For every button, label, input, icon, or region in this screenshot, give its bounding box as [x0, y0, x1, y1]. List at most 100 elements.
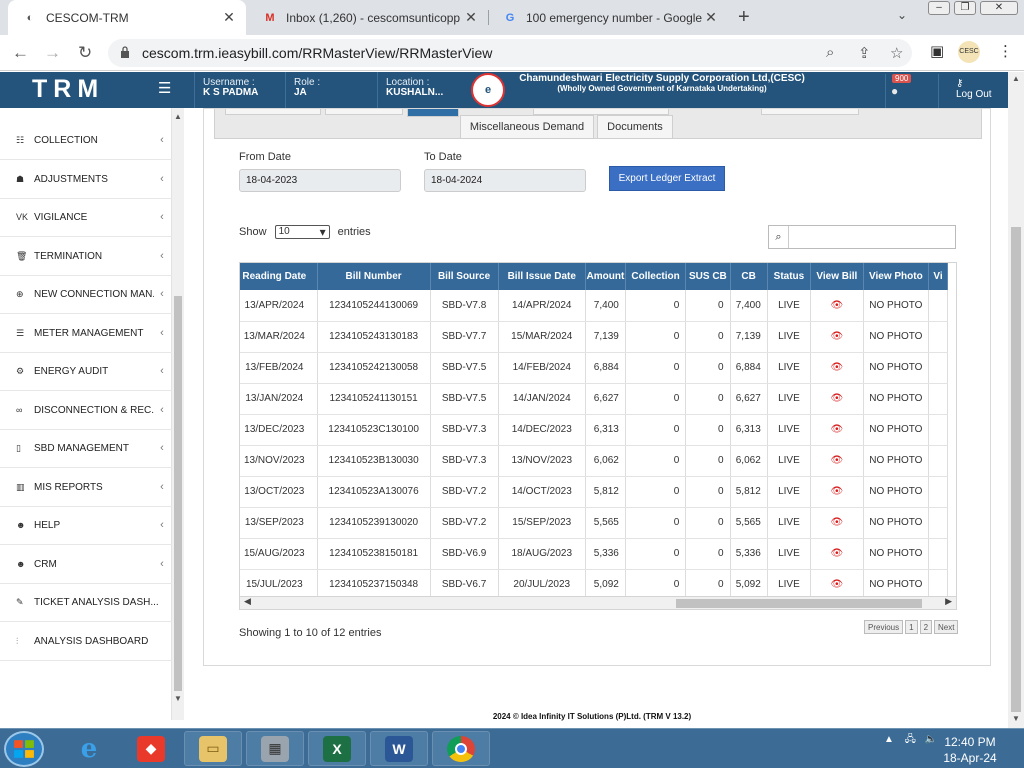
- column-header[interactable]: Amount: [585, 263, 626, 290]
- scroll-up-arrow-icon[interactable]: ▲: [1012, 74, 1020, 83]
- hamburger-menu-icon[interactable]: ☰: [158, 79, 171, 97]
- zoom-icon[interactable]: ⌕: [826, 44, 834, 61]
- from-date-input[interactable]: 18-04-2023: [239, 169, 401, 192]
- page-length-select[interactable]: 10: [274, 225, 330, 239]
- pager-next[interactable]: Next: [934, 620, 959, 634]
- horizontal-scroll-thumb[interactable]: [676, 599, 922, 608]
- address-bar[interactable]: cescom.trm.ieasybill.com/RRMasterView/RR…: [108, 39, 912, 67]
- pager-page-2[interactable]: 2: [919, 620, 933, 634]
- taskbar-word[interactable]: W: [370, 731, 428, 766]
- view-bill-eye-icon[interactable]: 👁: [810, 290, 864, 322]
- view-bill-eye-icon[interactable]: 👁: [810, 538, 864, 570]
- volume-icon[interactable]: 🔈: [925, 734, 937, 745]
- scroll-up-arrow-icon[interactable]: ▲: [174, 112, 182, 121]
- column-header[interactable]: Bill Number: [317, 263, 431, 290]
- column-header[interactable]: Bill Source: [430, 263, 499, 290]
- tab-search-chevron-icon[interactable]: ⌄: [897, 8, 907, 22]
- column-header[interactable]: Collection: [625, 263, 687, 290]
- table-cell: NO PHOTO: [863, 445, 930, 477]
- tab-placeholder[interactable]: [325, 109, 403, 115]
- column-header[interactable]: Status: [767, 263, 812, 290]
- browser-tab-gmail[interactable]: M Inbox (1,260) - cescomsunticopp ✕: [248, 0, 488, 35]
- column-header[interactable]: View Bill: [810, 263, 864, 290]
- tab-miscellaneous-demand[interactable]: Miscellaneous Demand: [460, 115, 594, 139]
- sidebar-item-ticket-analysis[interactable]: ✎ TICKET ANALYSIS DASH...: [0, 583, 172, 622]
- sidebar-item-disconnection[interactable]: ∞ DISCONNECTION & REC... ‹: [0, 391, 172, 430]
- taskbar-file-explorer[interactable]: ▭: [184, 731, 242, 766]
- minimize-button[interactable]: –: [928, 1, 950, 15]
- column-header[interactable]: Vi: [928, 263, 948, 290]
- taskbar-calculator[interactable]: ▦: [246, 731, 304, 766]
- sidebar-item-energy-audit[interactable]: ⚙ ENERGY AUDIT ‹: [0, 352, 172, 391]
- close-tab-icon[interactable]: ✕: [220, 9, 238, 26]
- scroll-right-arrow-icon[interactable]: ▶: [945, 596, 952, 607]
- export-ledger-button[interactable]: Export Ledger Extract: [609, 166, 725, 191]
- close-window-button[interactable]: ✕: [980, 1, 1018, 15]
- table-cell: 6,062: [730, 445, 768, 477]
- new-tab-button[interactable]: +: [738, 6, 750, 29]
- close-tab-icon[interactable]: ✕: [462, 9, 480, 26]
- browser-menu-icon[interactable]: ⋮: [998, 42, 1013, 60]
- page-scrollbar[interactable]: ▲ ▼: [1008, 72, 1024, 728]
- sidebar-item-analysis-dashboard[interactable]: ⫶ ANALYSIS DASHBOARD: [0, 622, 172, 661]
- search-input[interactable]: [791, 227, 953, 247]
- windows-start-button[interactable]: [4, 731, 44, 767]
- view-bill-eye-icon[interactable]: 👁: [810, 352, 864, 384]
- view-bill-eye-icon[interactable]: 👁: [810, 507, 864, 539]
- table-horizontal-scrollbar[interactable]: ◀ ▶: [239, 596, 957, 610]
- column-header[interactable]: Reading Date: [240, 263, 318, 290]
- sidebar-scroll-thumb[interactable]: [174, 296, 182, 691]
- taskbar-clock[interactable]: 12:40 PM 18-Apr-24: [938, 734, 1002, 766]
- sidebar-scrollbar[interactable]: ▲ ▼: [172, 108, 184, 720]
- sidebar-item-new-connection[interactable]: ⊕ NEW CONNECTION MAN... ‹: [0, 275, 172, 314]
- sidebar-item-adjustments[interactable]: ☗ ADJUSTMENTS ‹: [0, 160, 172, 199]
- view-bill-eye-icon[interactable]: 👁: [810, 476, 864, 508]
- tab-active[interactable]: [407, 109, 459, 117]
- sidebar-item-meter-management[interactable]: ☰ METER MANAGEMENT ‹: [0, 314, 172, 353]
- sidebar-item-crm[interactable]: ☻ CRM ‹: [0, 545, 172, 584]
- sidebar-item-termination[interactable]: 🗑 TERMINATION ‹: [0, 237, 172, 276]
- pager-previous[interactable]: Previous: [864, 620, 904, 634]
- sidebar-item-mis-reports[interactable]: ▥ MIS REPORTS ‹: [0, 468, 172, 507]
- column-header[interactable]: CB: [730, 263, 768, 290]
- taskbar-excel[interactable]: X: [308, 731, 366, 766]
- browser-tab-cesc[interactable]: ◐ CESCOM-TRM ✕: [8, 0, 246, 35]
- column-header[interactable]: Bill Issue Date: [498, 263, 586, 290]
- tab-placeholder[interactable]: [225, 109, 321, 115]
- view-bill-eye-icon[interactable]: 👁: [810, 445, 864, 477]
- profile-avatar-icon[interactable]: CESC: [958, 41, 980, 63]
- view-bill-eye-icon[interactable]: 👁: [810, 414, 864, 446]
- column-header[interactable]: View Photo: [863, 263, 930, 290]
- sidebar-item-vigilance[interactable]: VK VIGILANCE ‹: [0, 198, 172, 237]
- taskbar-anydesk[interactable]: ◆: [122, 731, 180, 766]
- side-panel-icon[interactable]: ▣: [930, 42, 944, 60]
- close-tab-icon[interactable]: ✕: [702, 9, 720, 26]
- view-bill-eye-icon[interactable]: 👁: [810, 383, 864, 415]
- scroll-down-arrow-icon[interactable]: ▼: [174, 694, 182, 703]
- reload-icon[interactable]: ↻: [78, 43, 92, 63]
- bookmark-star-icon[interactable]: ☆: [890, 44, 903, 62]
- scroll-left-arrow-icon[interactable]: ◀: [244, 596, 251, 607]
- forward-arrow-icon[interactable]: →: [44, 43, 61, 63]
- show-hidden-icons-icon[interactable]: ▲: [884, 734, 894, 745]
- tab-documents[interactable]: Documents: [597, 115, 673, 139]
- page-scroll-thumb[interactable]: [1011, 227, 1021, 712]
- column-header[interactable]: SUS CB: [685, 263, 731, 290]
- to-date-input[interactable]: 18-04-2024: [424, 169, 586, 192]
- ledger-table: Reading Date Bill Number Bill Source Bill I…: [240, 263, 948, 601]
- share-icon[interactable]: ⇪: [858, 44, 871, 62]
- sidebar-item-sbd-management[interactable]: ▯ SBD MANAGEMENT ‹: [0, 429, 172, 468]
- sidebar-item-help[interactable]: ☻ HELP ‹: [0, 506, 172, 545]
- restore-button[interactable]: ❐: [954, 1, 976, 15]
- browser-tab-google[interactable]: G 100 emergency number - Google ✕: [488, 0, 728, 35]
- tab-placeholder[interactable]: [761, 109, 859, 115]
- network-icon[interactable]: 🖧: [905, 734, 916, 745]
- search-icon[interactable]: ⌕: [769, 226, 789, 248]
- notifications-button[interactable]: 900 ●: [885, 74, 929, 108]
- pager-page-1[interactable]: 1: [905, 620, 918, 634]
- taskbar-internet-explorer[interactable]: e: [60, 731, 118, 766]
- taskbar-chrome[interactable]: [432, 731, 490, 766]
- sidebar-item-collection[interactable]: ☷ COLLECTION ‹: [0, 121, 172, 160]
- view-bill-eye-icon[interactable]: 👁: [810, 321, 864, 353]
- back-arrow-icon[interactable]: ←: [12, 43, 29, 63]
